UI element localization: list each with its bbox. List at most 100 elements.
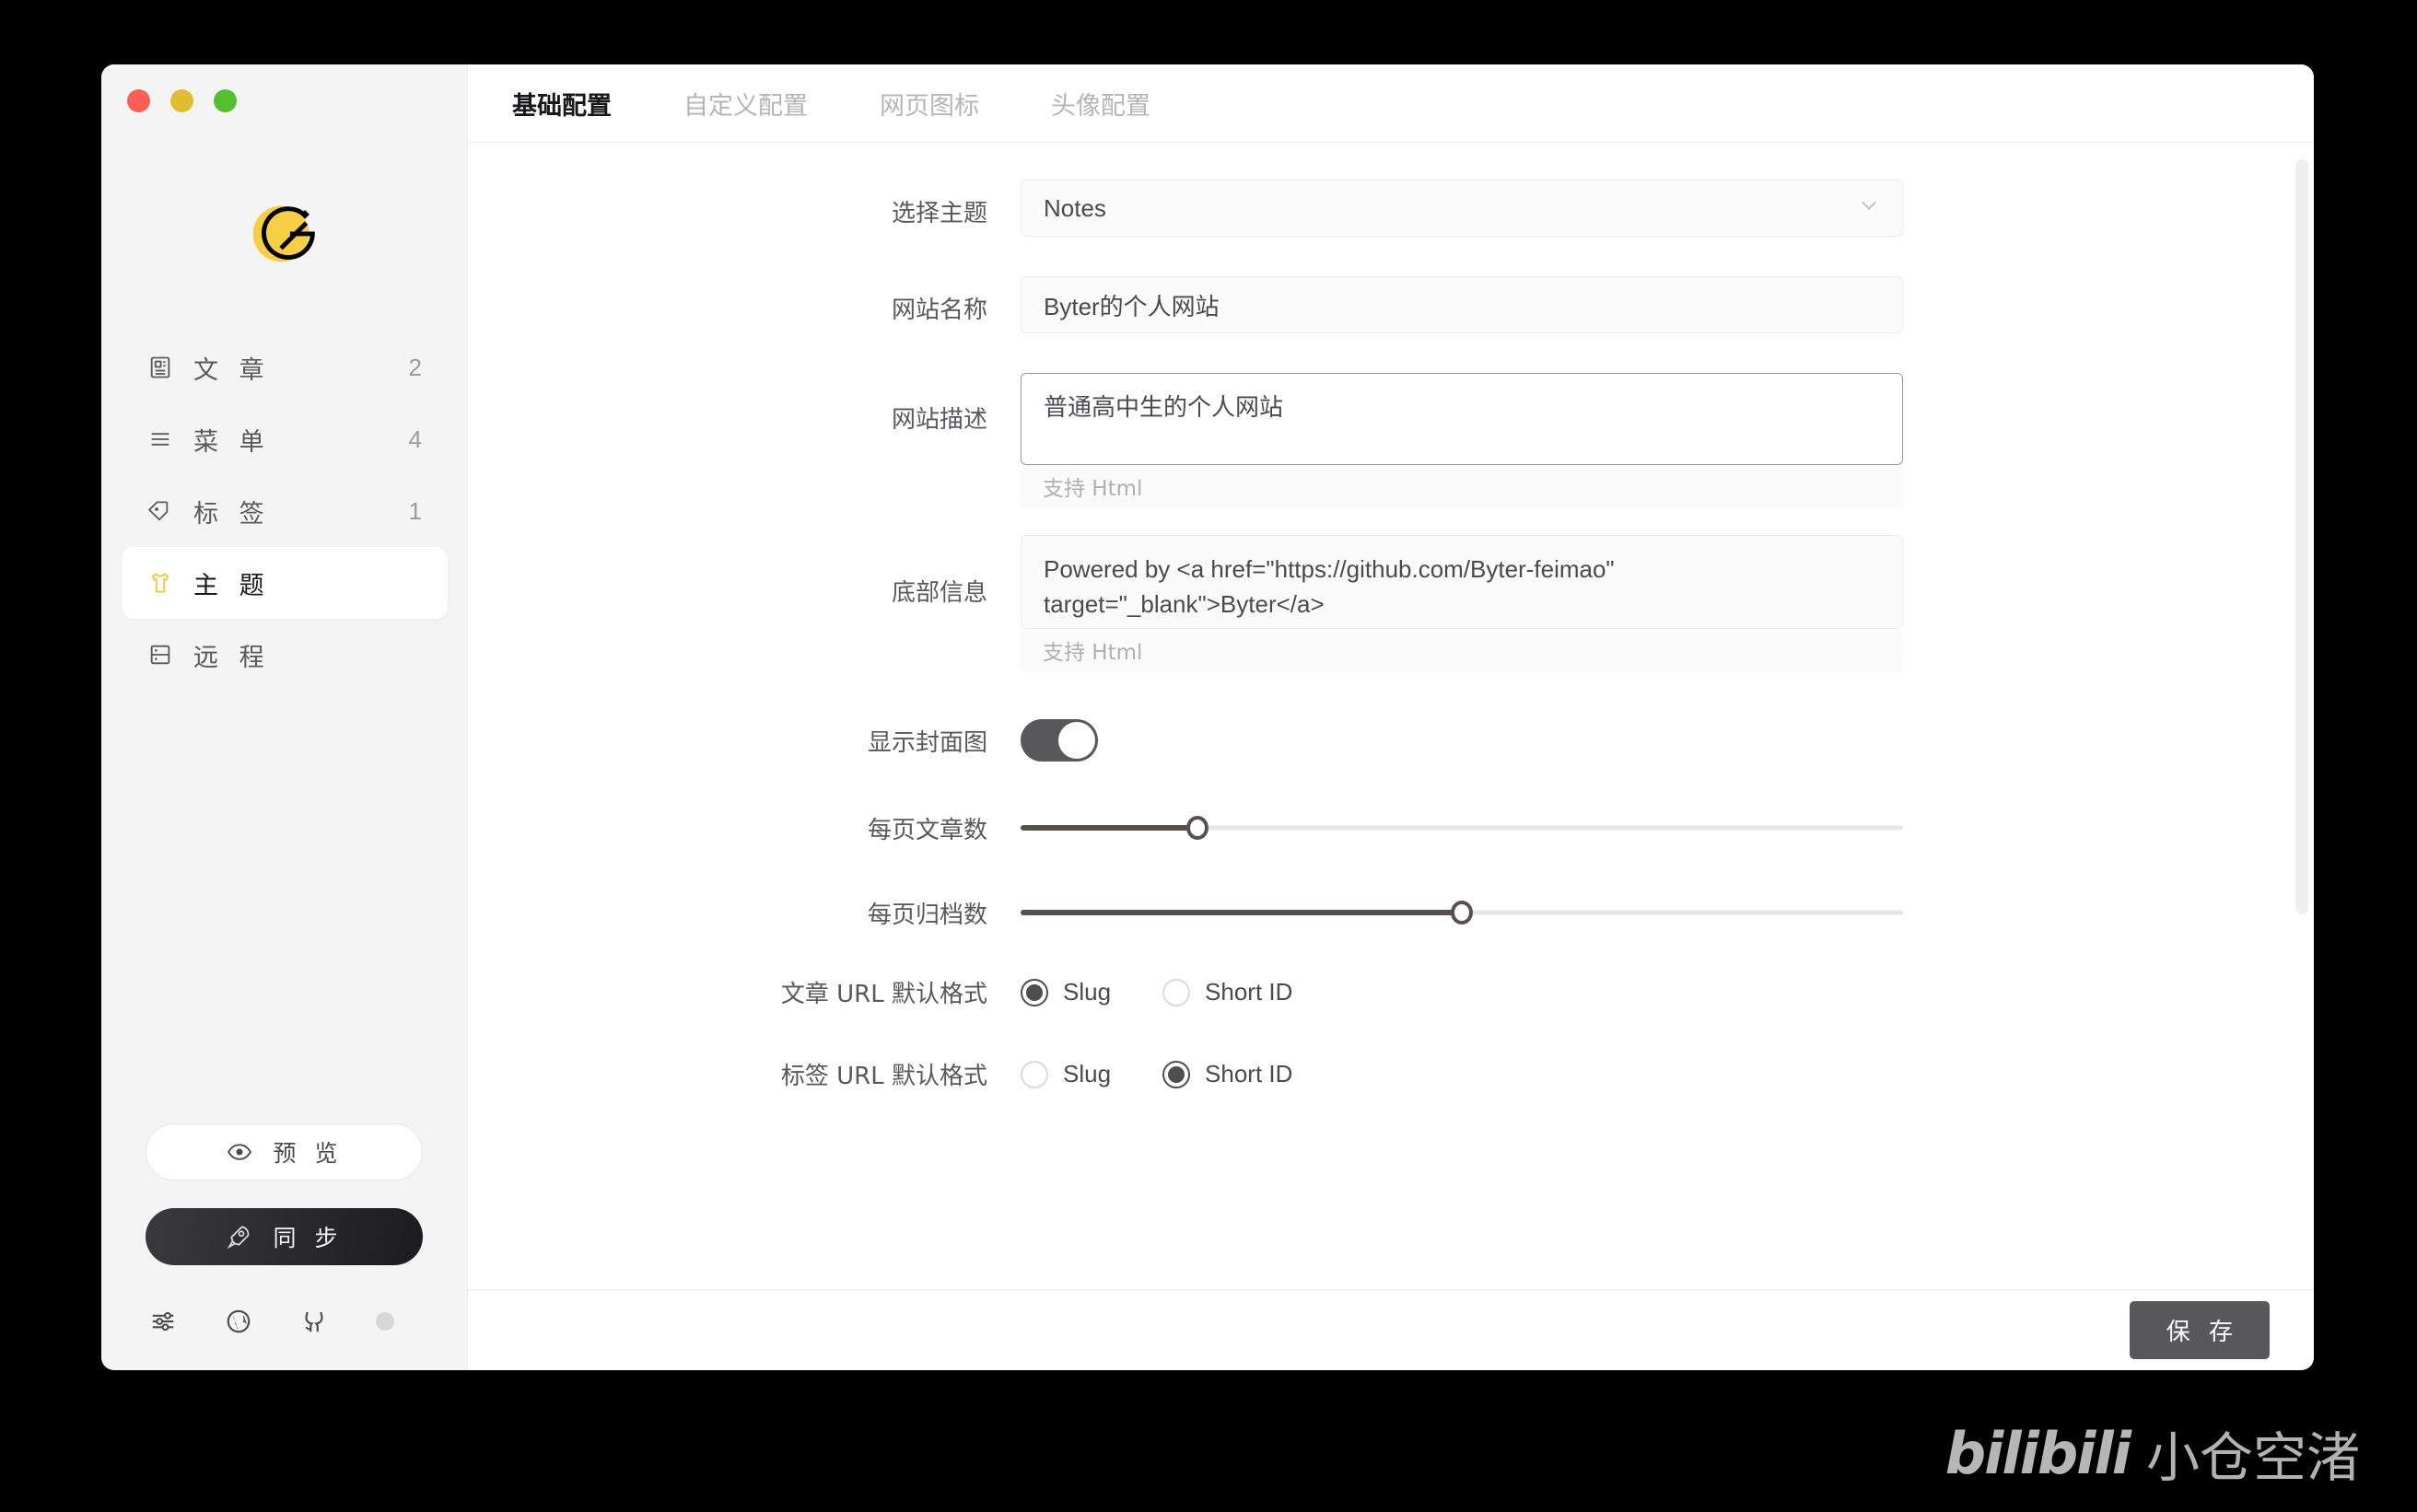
menu-lines-icon bbox=[147, 426, 173, 452]
radio-label: Slug bbox=[1063, 1060, 1112, 1087]
field-row-post-url-format: 文章 URL 默认格式 Slug Short ID bbox=[468, 975, 2314, 1009]
close-window-button[interactable] bbox=[127, 89, 150, 112]
posts-per-page-label: 每页文章数 bbox=[867, 816, 987, 844]
tag-url-format-label: 标签 URL 默认格式 bbox=[780, 1063, 987, 1090]
sync-button[interactable]: 同 步 bbox=[146, 1208, 423, 1265]
sidebar-item-menu[interactable]: 菜 单 4 bbox=[122, 403, 448, 475]
radio-icon bbox=[1162, 978, 1191, 1006]
field-row-show-cover: 显示封面图 bbox=[468, 719, 2314, 762]
maximize-window-button[interactable] bbox=[214, 89, 237, 112]
tab-avatar-config[interactable]: 头像配置 bbox=[1051, 86, 1150, 122]
bilibili-logo-icon: bilibili bbox=[1944, 1419, 2131, 1487]
radio-label: Short ID bbox=[1205, 978, 1293, 1006]
sidebar-item-count: 2 bbox=[408, 353, 422, 381]
site-description-field: 普通高中生的个人网站 支持 Html bbox=[1021, 373, 1903, 507]
tabbar: 基础配置 自定义配置 网页图标 头像配置 bbox=[468, 64, 2314, 143]
field-row-theme: 选择主题 Notes bbox=[468, 180, 2314, 237]
sidebar-item-label: 文 章 bbox=[193, 355, 271, 385]
radio-label: Short ID bbox=[1205, 1060, 1293, 1087]
site-description-hint: 支持 Html bbox=[1021, 465, 1903, 507]
scrollbar-thumb[interactable] bbox=[2295, 159, 2308, 914]
watermark-username: 小仓空渚 bbox=[2145, 1426, 2360, 1489]
site-description-value: 普通高中生的个人网站 bbox=[1044, 393, 1284, 421]
main-panel: 基础配置 自定义配置 网页图标 头像配置 选择主题 Notes 网站名称 Byt… bbox=[468, 64, 2314, 1370]
field-row-site-description: 网站描述 普通高中生的个人网站 支持 Html bbox=[468, 373, 2314, 507]
sidebar-item-label: 主 题 bbox=[193, 571, 271, 600]
sidebar-item-count: 1 bbox=[408, 496, 422, 525]
radio-icon bbox=[1021, 1060, 1048, 1088]
sidebar-item-theme[interactable]: 主 题 bbox=[122, 547, 448, 619]
tab-favicon[interactable]: 网页图标 bbox=[880, 86, 979, 122]
gridea-logo-icon bbox=[252, 205, 315, 262]
site-description-label: 网站描述 bbox=[891, 406, 987, 434]
app-logo bbox=[101, 187, 467, 277]
field-row-tag-url-format: 标签 URL 默认格式 Slug Short ID bbox=[468, 1057, 2314, 1091]
tag-icon bbox=[147, 498, 173, 524]
footer-info-hint: 支持 Html bbox=[1021, 629, 1903, 671]
tshirt-icon bbox=[147, 570, 173, 596]
tag-url-format-option-slug[interactable]: Slug bbox=[1021, 1060, 1111, 1088]
post-url-format-label: 文章 URL 默认格式 bbox=[780, 981, 987, 1008]
theme-field: Notes bbox=[1021, 180, 1903, 237]
tag-url-format-radio-group: Slug Short ID bbox=[1021, 1060, 1903, 1088]
field-row-archives-per-page: 每页归档数 bbox=[468, 894, 2314, 931]
theme-label: 选择主题 bbox=[891, 200, 987, 227]
footer-info-value: Powered by <a href="https://github.com/B… bbox=[1044, 555, 1615, 618]
post-url-format-option-slug[interactable]: Slug bbox=[1021, 978, 1111, 1006]
traffic-lights bbox=[127, 89, 237, 112]
tab-custom-config[interactable]: 自定义配置 bbox=[683, 86, 808, 122]
theme-select[interactable]: Notes bbox=[1021, 180, 1903, 237]
archives-per-page-slider[interactable] bbox=[1021, 894, 1903, 931]
sidebar-item-tags[interactable]: 标 签 1 bbox=[122, 475, 448, 547]
field-row-posts-per-page: 每页文章数 bbox=[468, 809, 2314, 846]
globe-icon[interactable] bbox=[225, 1308, 252, 1335]
sliders-icon[interactable] bbox=[149, 1308, 177, 1335]
post-url-format-option-shortid[interactable]: Short ID bbox=[1162, 978, 1292, 1006]
slider-thumb[interactable] bbox=[1451, 901, 1473, 925]
site-name-input[interactable]: Byter的个人网站 bbox=[1021, 276, 1903, 333]
post-url-format-field: Slug Short ID bbox=[1021, 978, 1903, 1006]
app-window: 文 章 2 菜 单 4 标 签 1 主 题 远 程 预 览 同 步 基础配置 自… bbox=[101, 64, 2314, 1370]
preview-button-label: 预 览 bbox=[273, 1140, 344, 1167]
footer-bar: 保 存 bbox=[468, 1289, 2314, 1370]
chevron-down-icon bbox=[1856, 192, 1882, 225]
posts-per-page-field bbox=[1021, 809, 1903, 846]
post-url-format-radio-group: Slug Short ID bbox=[1021, 978, 1903, 1006]
sidebar-item-articles[interactable]: 文 章 2 bbox=[122, 331, 448, 403]
sidebar: 文 章 2 菜 单 4 标 签 1 主 题 远 程 预 览 同 步 bbox=[101, 64, 468, 1370]
sync-button-label: 同 步 bbox=[273, 1225, 344, 1251]
scrollbar-track[interactable] bbox=[2295, 143, 2308, 1289]
preview-button[interactable]: 预 览 bbox=[146, 1123, 423, 1181]
slider-thumb[interactable] bbox=[1185, 816, 1208, 840]
rocket-icon bbox=[226, 1223, 253, 1250]
sidebar-item-remote[interactable]: 远 程 bbox=[122, 619, 448, 691]
site-name-value: Byter的个人网站 bbox=[1044, 292, 1220, 320]
field-row-footer-info: 底部信息 Powered by <a href="https://github.… bbox=[468, 535, 2314, 671]
slider-fill bbox=[1021, 910, 1462, 915]
article-icon bbox=[147, 355, 173, 380]
theme-select-value: Notes bbox=[1044, 193, 1106, 222]
sidebar-item-label: 远 程 bbox=[193, 643, 271, 672]
site-description-textarea[interactable]: 普通高中生的个人网站 bbox=[1021, 373, 1903, 465]
tab-basic-config[interactable]: 基础配置 bbox=[512, 86, 612, 122]
archives-per-page-field bbox=[1021, 894, 1903, 931]
save-button[interactable]: 保 存 bbox=[2129, 1301, 2270, 1359]
field-row-site-name: 网站名称 Byter的个人网站 bbox=[468, 276, 2314, 333]
posts-per-page-slider[interactable] bbox=[1021, 809, 1903, 846]
radio-label: Slug bbox=[1063, 978, 1112, 1006]
tag-url-format-option-shortid[interactable]: Short ID bbox=[1162, 1060, 1292, 1088]
watermark: bilibili 小仓空渚 bbox=[1945, 1414, 2360, 1492]
github-icon[interactable] bbox=[300, 1308, 328, 1335]
sidebar-item-count: 4 bbox=[408, 425, 422, 453]
server-icon bbox=[147, 642, 173, 668]
sidebar-nav: 文 章 2 菜 单 4 标 签 1 主 题 远 程 bbox=[122, 331, 448, 691]
settings-scroll-area: 选择主题 Notes 网站名称 Byter的个人网站 网站描述 普通高中生的个人… bbox=[468, 143, 2314, 1289]
radio-icon bbox=[1162, 1060, 1191, 1088]
sidebar-bottom: 预 览 同 步 bbox=[101, 1123, 467, 1370]
show-cover-label: 显示封面图 bbox=[867, 728, 987, 757]
status-dot-icon bbox=[376, 1312, 394, 1331]
footer-info-textarea[interactable]: Powered by <a href="https://github.com/B… bbox=[1021, 535, 1903, 629]
minimize-window-button[interactable] bbox=[170, 89, 193, 112]
show-cover-toggle[interactable] bbox=[1021, 719, 1098, 762]
settings-form: 选择主题 Notes 网站名称 Byter的个人网站 网站描述 普通高中生的个人… bbox=[468, 143, 2314, 1091]
